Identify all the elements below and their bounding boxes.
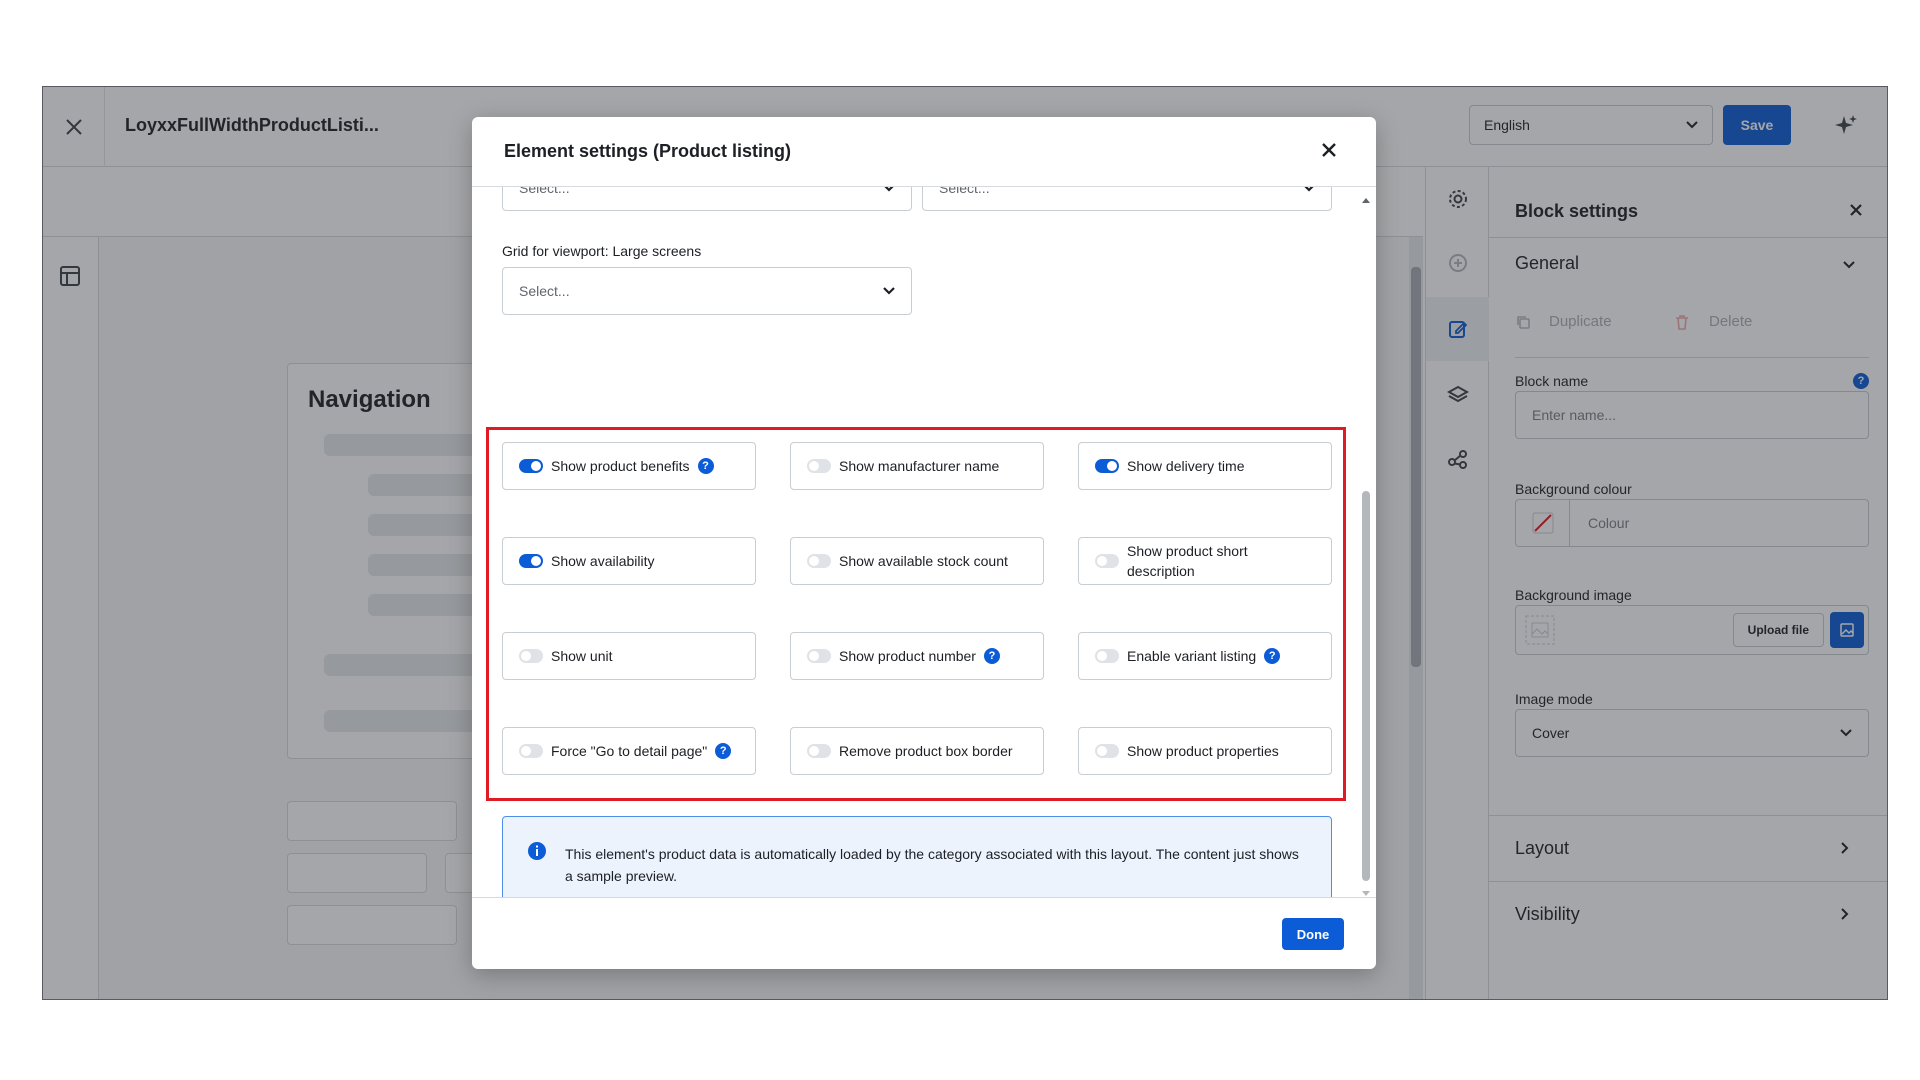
- toggle-switch[interactable]: [519, 459, 543, 473]
- option-show-product-short-description[interactable]: Show product short description: [1078, 537, 1332, 585]
- select-placeholder: Select...: [939, 187, 990, 196]
- option-label: Remove product box border: [839, 743, 1013, 759]
- grid-select-right[interactable]: Select...: [922, 187, 1332, 211]
- option-label: Show available stock count: [839, 553, 1008, 569]
- chevron-down-icon: [883, 287, 895, 295]
- option-label: Show manufacturer name: [839, 458, 1000, 474]
- option-enable-variant-listing[interactable]: Enable variant listing ?: [1078, 632, 1332, 680]
- option-label: Force "Go to detail page": [551, 743, 708, 759]
- option-label: Show delivery time: [1127, 458, 1245, 474]
- toggle-switch[interactable]: [1095, 649, 1119, 663]
- toggle-switch[interactable]: [807, 459, 831, 473]
- option-label: Show unit: [551, 648, 613, 664]
- option-show-product-number[interactable]: Show product number ?: [790, 632, 1044, 680]
- modal-footer: Done: [472, 897, 1376, 969]
- grid-large-screens-label: Grid for viewport: Large screens: [502, 243, 702, 259]
- toggle-switch[interactable]: [1095, 744, 1119, 758]
- help-icon[interactable]: ?: [715, 743, 732, 759]
- option-show-unit[interactable]: Show unit: [502, 632, 756, 680]
- option-label: Show product benefits: [551, 458, 690, 474]
- toggle-switch[interactable]: [807, 649, 831, 663]
- chevron-down-icon: [1304, 187, 1314, 192]
- info-icon: [528, 842, 546, 860]
- toggle-switch[interactable]: [807, 554, 831, 568]
- grid-large-screens-select[interactable]: Select...: [502, 267, 912, 315]
- option-label: Show product number: [839, 648, 976, 664]
- option-show-manufacturer-name[interactable]: Show manufacturer name: [790, 442, 1044, 490]
- option-label: Show product short description: [1127, 543, 1248, 579]
- element-settings-modal: Element settings (Product listing) Selec…: [472, 117, 1376, 969]
- option-show-product-properties[interactable]: Show product properties: [1078, 727, 1332, 775]
- help-icon[interactable]: ?: [697, 458, 714, 474]
- option-force-go-to-detail-page[interactable]: Force "Go to detail page" ?: [502, 727, 756, 775]
- toggle-switch[interactable]: [519, 649, 543, 663]
- help-icon[interactable]: ?: [983, 648, 1000, 664]
- option-label: Show availability: [551, 553, 655, 569]
- option-show-available-stock-count[interactable]: Show available stock count: [790, 537, 1044, 585]
- select-placeholder: Select...: [519, 187, 570, 196]
- option-show-delivery-time[interactable]: Show delivery time: [1078, 442, 1332, 490]
- modal-body: Select... Select... Grid for viewport: L…: [472, 187, 1352, 897]
- toggle-switch[interactable]: [807, 744, 831, 758]
- chevron-down-icon: [884, 187, 894, 192]
- scrollbar-thumb[interactable]: [1362, 491, 1370, 881]
- toggle-switch[interactable]: [1095, 554, 1119, 568]
- info-text: This element's product data is automatic…: [565, 846, 1299, 884]
- option-label: Show product properties: [1127, 743, 1279, 759]
- option-remove-product-box-border[interactable]: Remove product box border: [790, 727, 1044, 775]
- modal-title: Element settings (Product listing): [504, 141, 792, 161]
- select-placeholder: Select...: [519, 283, 570, 299]
- option-show-availability[interactable]: Show availability: [502, 537, 756, 585]
- modal-scrollbar[interactable]: [1360, 191, 1372, 901]
- modal-header: Element settings (Product listing): [472, 117, 1376, 187]
- grid-select-left[interactable]: Select...: [502, 187, 912, 211]
- done-button[interactable]: Done: [1282, 918, 1344, 950]
- option-label: Enable variant listing: [1127, 648, 1257, 664]
- close-icon[interactable]: [1320, 141, 1338, 159]
- toggle-switch[interactable]: [1095, 459, 1119, 473]
- toggle-switch[interactable]: [519, 744, 543, 758]
- toggle-switch[interactable]: [519, 554, 543, 568]
- scroll-up-arrow-icon[interactable]: [1362, 197, 1370, 203]
- info-alert: This element's product data is automatic…: [502, 816, 1332, 897]
- help-icon[interactable]: ?: [1264, 648, 1281, 664]
- option-show-product-benefits[interactable]: Show product benefits ?: [502, 442, 756, 490]
